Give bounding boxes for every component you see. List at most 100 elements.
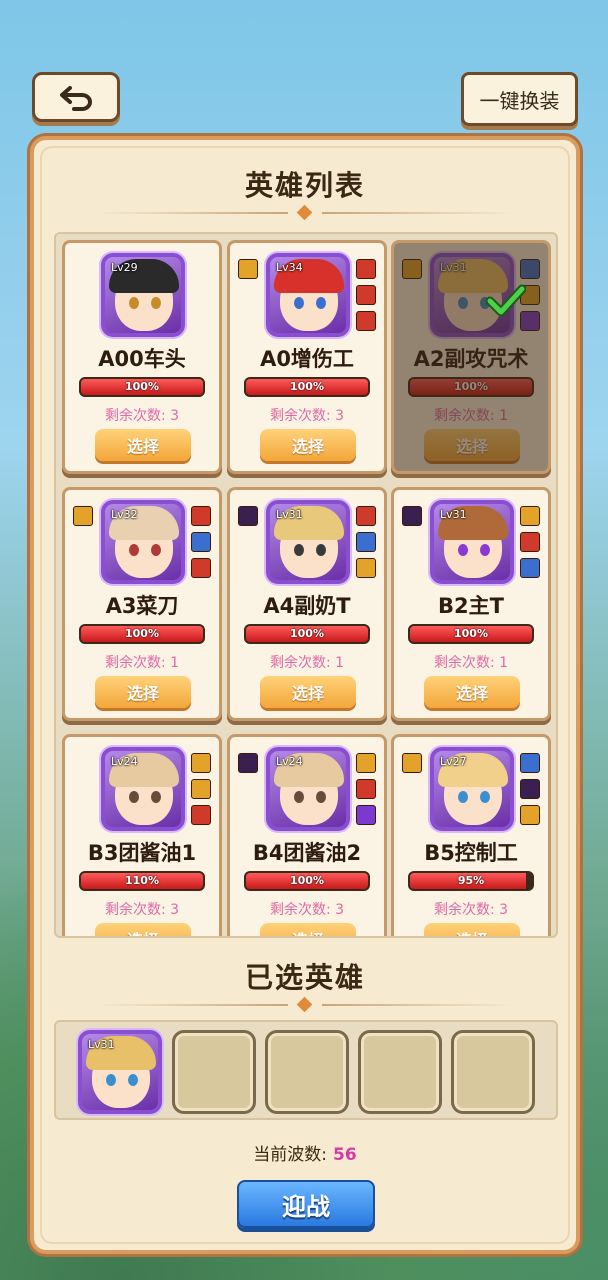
level-label: Lv31 xyxy=(440,261,467,274)
hero-portrait: Lv27 xyxy=(430,747,514,831)
equipment-icon xyxy=(73,506,93,526)
hp-bar: 100% xyxy=(79,377,205,397)
hero-card[interactable]: Lv27 B5控制工 95% 剩余次数: 3 选择 xyxy=(391,734,551,936)
hero-list-title: 英雄列表 xyxy=(244,169,365,202)
one-click-swap-button[interactable]: 一键换装 xyxy=(461,72,578,126)
equipment-icon xyxy=(356,259,376,279)
select-button[interactable]: 选择 xyxy=(424,923,520,936)
hero-name: A4副奶T xyxy=(263,594,351,618)
equipment-icon xyxy=(191,506,211,526)
equipment-icon xyxy=(520,753,540,773)
select-button[interactable]: 选择 xyxy=(95,676,191,708)
level-label: Lv24 xyxy=(111,755,138,768)
select-button[interactable]: 选择 xyxy=(260,676,356,708)
equipment-icon xyxy=(402,259,422,279)
hero-name: A00车头 xyxy=(98,347,186,371)
select-button[interactable]: 选择 xyxy=(424,429,520,461)
select-button[interactable]: 选择 xyxy=(260,923,356,936)
equipment-icon xyxy=(356,558,376,578)
equipment-icon xyxy=(356,779,376,799)
remaining-count: 剩余次数: 1 xyxy=(104,655,180,671)
hero-card[interactable]: Lv31 B2主T 100% 剩余次数: 1 选择 xyxy=(391,487,551,721)
remaining-count: 剩余次数: 1 xyxy=(433,655,509,671)
hp-label: 100% xyxy=(125,380,159,393)
equipment-icon xyxy=(356,532,376,552)
equipment-icon xyxy=(520,805,540,825)
hp-label: 100% xyxy=(290,874,324,887)
hp-label: 100% xyxy=(290,627,324,640)
hp-bar: 100% xyxy=(408,624,534,644)
hp-bar: 100% xyxy=(244,377,370,397)
select-button[interactable]: 选择 xyxy=(424,676,520,708)
check-mark-icon xyxy=(486,284,526,317)
select-button[interactable]: 选择 xyxy=(95,923,191,936)
level-label: Lv27 xyxy=(440,755,467,768)
hp-bar: 95% xyxy=(408,871,534,891)
hero-portrait: Lv31 xyxy=(266,500,350,584)
remaining-count: 剩余次数: 1 xyxy=(433,408,509,424)
hp-bar: 100% xyxy=(79,624,205,644)
hero-card[interactable]: Lv31 A4副奶T 100% 剩余次数: 1 选择 xyxy=(227,487,387,721)
hero-portrait: Lv29 xyxy=(101,253,185,337)
equipment-icon xyxy=(191,805,211,825)
equipment-icon xyxy=(238,506,258,526)
equipment-icon xyxy=(356,285,376,305)
hero-card[interactable]: Lv29 A00车头 100% 剩余次数: 3 选择 xyxy=(62,240,222,474)
level-label: Lv31 xyxy=(88,1038,115,1051)
hp-label: 100% xyxy=(454,627,488,640)
level-label: Lv31 xyxy=(440,508,467,521)
remaining-count: 剩余次数: 1 xyxy=(269,655,345,671)
hero-card[interactable]: Lv24 B4团酱油2 100% 剩余次数: 3 选择 xyxy=(227,734,387,936)
equipment-icon xyxy=(520,558,540,578)
hero-portrait: Lv24 xyxy=(101,747,185,831)
hero-name: A3菜刀 xyxy=(105,594,179,618)
select-button[interactable]: 选择 xyxy=(95,429,191,461)
title-divider xyxy=(98,996,512,1013)
wave-label: 当前波数: xyxy=(253,1145,328,1165)
hero-card[interactable]: Lv34 A0增伤工 100% 剩余次数: 3 选择 xyxy=(227,240,387,474)
remaining-count: 剩余次数: 3 xyxy=(104,902,180,918)
title-divider xyxy=(98,204,512,221)
hero-name: B4团酱油2 xyxy=(252,841,362,865)
level-label: Lv34 xyxy=(276,261,303,274)
hero-panel: 英雄列表 Lv29 A00车头 100% 剩余次数: 3 选择 Lv34 A0增伤工 100%… xyxy=(30,136,580,1254)
back-button[interactable] xyxy=(32,72,120,122)
hp-label: 100% xyxy=(125,627,159,640)
selected-slot-3[interactable] xyxy=(265,1030,349,1114)
hero-card[interactable]: Lv24 B3团酱油1 110% 剩余次数: 3 选择 xyxy=(62,734,222,936)
hp-label: 100% xyxy=(454,380,488,393)
equipment-icon xyxy=(402,506,422,526)
hero-name: B2主T xyxy=(438,594,504,618)
level-label: Lv29 xyxy=(111,261,138,274)
equipment-icon xyxy=(520,259,540,279)
selected-heroes-bar: Lv31 xyxy=(54,1020,558,1120)
selected-slot-5[interactable] xyxy=(451,1030,535,1114)
level-label: Lv31 xyxy=(276,508,303,521)
remaining-count: 剩余次数: 3 xyxy=(269,408,345,424)
hero-portrait: Lv34 xyxy=(266,253,350,337)
selected-heroes-title: 已选英雄 xyxy=(244,961,365,994)
hero-grid[interactable]: Lv29 A00车头 100% 剩余次数: 3 选择 Lv34 A0增伤工 100% 剩余次数:… xyxy=(54,232,558,938)
hp-bar: 100% xyxy=(408,377,534,397)
hero-card[interactable]: Lv32 A3菜刀 100% 剩余次数: 1 选择 xyxy=(62,487,222,721)
fight-button[interactable]: 迎战 xyxy=(237,1180,375,1228)
select-button[interactable]: 选择 xyxy=(260,429,356,461)
return-arrow-icon xyxy=(60,86,92,111)
hero-name: B5控制工 xyxy=(424,841,518,865)
equipment-icon xyxy=(520,532,540,552)
hero-name: A2副攻咒术 xyxy=(413,347,529,371)
remaining-count: 剩余次数: 3 xyxy=(433,902,509,918)
current-wave: 当前波数: 56 xyxy=(34,1140,576,1165)
hero-portrait: Lv31 xyxy=(430,500,514,584)
hero-name: B3团酱油1 xyxy=(87,841,197,865)
hero-name: A0增伤工 xyxy=(260,347,354,371)
selected-slot-4[interactable] xyxy=(358,1030,442,1114)
equipment-icon xyxy=(238,259,258,279)
hero-card[interactable]: Lv31 A2副攻咒术 100% 剩余次数: 1 选择 xyxy=(391,240,551,474)
equipment-icon xyxy=(191,753,211,773)
selected-slot-2[interactable] xyxy=(172,1030,256,1114)
remaining-count: 剩余次数: 3 xyxy=(269,902,345,918)
selected-slot-1[interactable]: Lv31 xyxy=(78,1030,162,1114)
equipment-icon xyxy=(520,506,540,526)
remaining-count: 剩余次数: 3 xyxy=(104,408,180,424)
